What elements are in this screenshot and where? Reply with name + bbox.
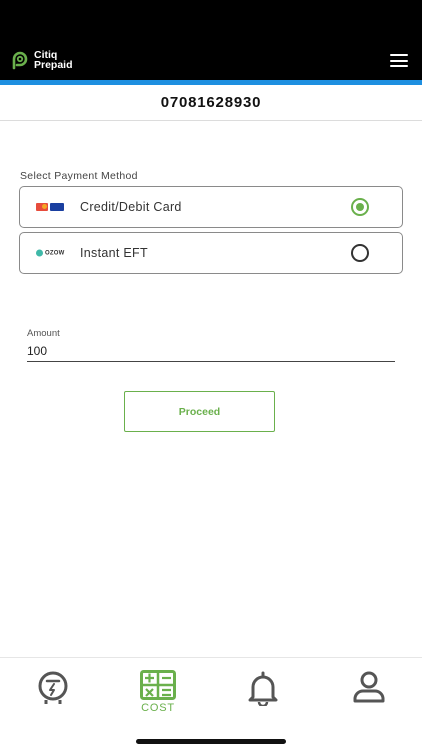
ozow-logo-icon: OZOW [36,249,65,257]
app-header: Citiq Prepaid [0,0,422,80]
home-indicator [136,739,286,744]
profile-icon [353,671,385,703]
amount-label: Amount [27,328,60,339]
radio-unselected-icon[interactable] [351,244,369,262]
ozow-dot-icon [36,249,43,257]
calculator-icon [140,670,176,700]
nav-item-meter[interactable] [23,670,83,706]
bottom-navigation: COST [0,657,422,750]
logo-text-line2: Prepaid [34,59,73,71]
nav-item-cost[interactable]: COST [128,670,188,714]
payment-method-label: Select Payment Method [20,170,138,182]
logo-mark-icon [12,51,28,70]
hamburger-icon[interactable] [390,54,408,67]
nav-item-notifications[interactable] [233,670,293,706]
amount-input[interactable] [27,340,395,362]
account-bar: 07081628930 [0,85,422,121]
card-logos-icon [36,203,64,211]
account-number: 07081628930 [160,94,262,111]
visa-icon [50,203,64,211]
meter-icon [38,671,68,704]
ozow-logo-text: OZOW [45,250,65,256]
payment-option-credit-card[interactable]: Credit/Debit Card [19,186,403,228]
payment-option-instant-eft[interactable]: OZOW Instant EFT [19,232,403,274]
citiq-prepaid-logo: Citiq Prepaid [10,50,73,70]
bell-icon [248,671,278,706]
nav-label-cost: COST [141,702,175,714]
proceed-button[interactable]: Proceed [124,391,275,432]
mastercard-icon [36,203,48,211]
payment-option-label: Instant EFT [80,246,148,260]
nav-item-profile[interactable] [339,670,399,704]
payment-option-label: Credit/Debit Card [80,200,182,214]
radio-selected-icon[interactable] [351,198,369,216]
